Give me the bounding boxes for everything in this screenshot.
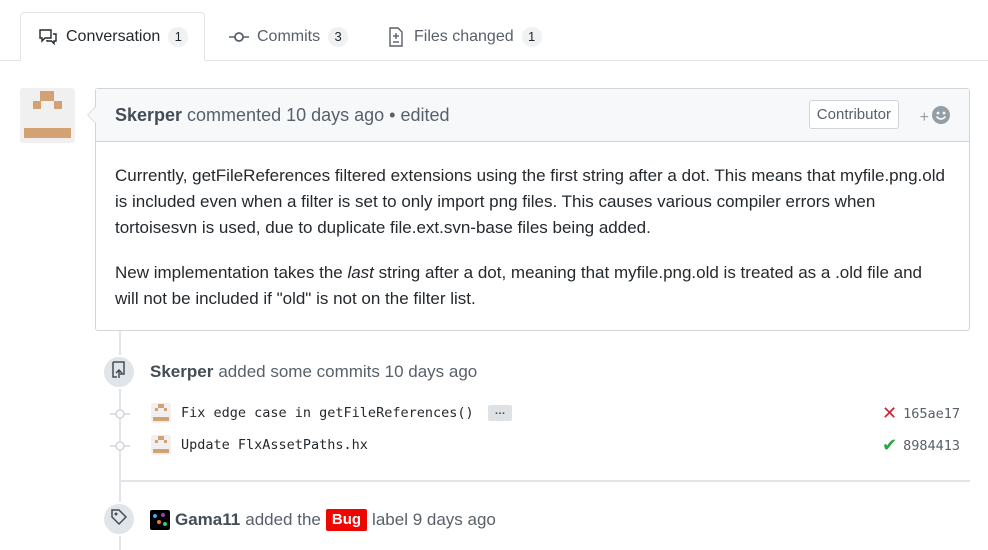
timeline-badge	[102, 502, 136, 536]
comment-box: Skerper commented 10 days ago • edited C…	[87, 88, 970, 331]
avatar[interactable]	[151, 403, 171, 423]
label-badge[interactable]: Bug	[325, 509, 368, 531]
tag-icon	[110, 508, 128, 531]
git-commit-icon	[110, 439, 130, 451]
commits-event-text: Skerper added some commits 10 days ago	[150, 362, 477, 382]
commit-status: ✕ 165ae17	[882, 403, 960, 424]
avatar[interactable]	[151, 435, 171, 455]
comment-header: Skerper commented 10 days ago • edited C…	[96, 89, 969, 142]
tab-counter: 1	[521, 26, 542, 47]
git-commit-icon	[229, 27, 249, 47]
event-description: label 9 days ago	[372, 510, 496, 529]
role-badge: Contributor	[808, 100, 899, 129]
commit-status: ✔ 8984413	[882, 435, 960, 456]
timeline-separator	[121, 480, 970, 482]
x-icon[interactable]: ✕	[882, 403, 897, 424]
event-author[interactable]: Gama11	[175, 510, 240, 530]
check-icon[interactable]: ✔	[882, 435, 897, 456]
git-commit-icon	[110, 407, 130, 419]
timeline-badge	[102, 355, 136, 389]
smiley-icon	[931, 105, 951, 130]
commit-message[interactable]: Fix edge case in getFileReferences()	[181, 403, 474, 423]
commit-row: Update FlxAssetPaths.hx ✔ 8984413	[110, 433, 970, 457]
tab-commits[interactable]: Commits 3	[215, 12, 362, 61]
label-event-text: Gama11 added the Bug label 9 days ago	[150, 509, 496, 531]
tab-label: Conversation	[66, 27, 161, 45]
tab-counter: 1	[168, 26, 189, 47]
repo-push-icon	[111, 360, 127, 384]
event-description: added some commits 10 days ago	[218, 362, 478, 381]
event-author[interactable]: Skerper	[150, 362, 213, 382]
avatar[interactable]	[150, 510, 170, 530]
add-reaction-button[interactable]: +	[920, 105, 951, 130]
comment-body: Currently, getFileReferences filtered ex…	[96, 142, 969, 312]
tab-label: Files changed	[414, 27, 514, 45]
comment-paragraph: New implementation takes the last string…	[115, 263, 923, 308]
commit-message[interactable]: Update FlxAssetPaths.hx	[181, 435, 368, 455]
comment-author[interactable]: Skerper	[115, 105, 182, 126]
plus-label: +	[919, 108, 929, 126]
comment-paragraph: Currently, getFileReferences filtered ex…	[115, 166, 945, 237]
commit-sha[interactable]: 165ae17	[903, 406, 960, 422]
comment-meta: commented 10 days ago • edited	[187, 104, 450, 125]
commit-row: Fix edge case in getFileReferences() … ✕…	[110, 401, 970, 425]
file-diff-icon	[386, 26, 406, 47]
tab-files-changed[interactable]: Files changed 1	[372, 12, 556, 61]
event-description: added the	[245, 510, 321, 529]
commit-sha[interactable]: 8984413	[903, 438, 960, 454]
pr-tabs: Conversation 1 Commits 3 Files changed 1	[0, 0, 988, 61]
tab-counter: 3	[328, 26, 349, 47]
expand-commit-button[interactable]: …	[488, 405, 512, 421]
avatar[interactable]	[20, 88, 75, 143]
tab-label: Commits	[257, 27, 321, 45]
comment-discussion-icon	[38, 27, 58, 47]
tab-conversation[interactable]: Conversation 1	[20, 12, 205, 61]
